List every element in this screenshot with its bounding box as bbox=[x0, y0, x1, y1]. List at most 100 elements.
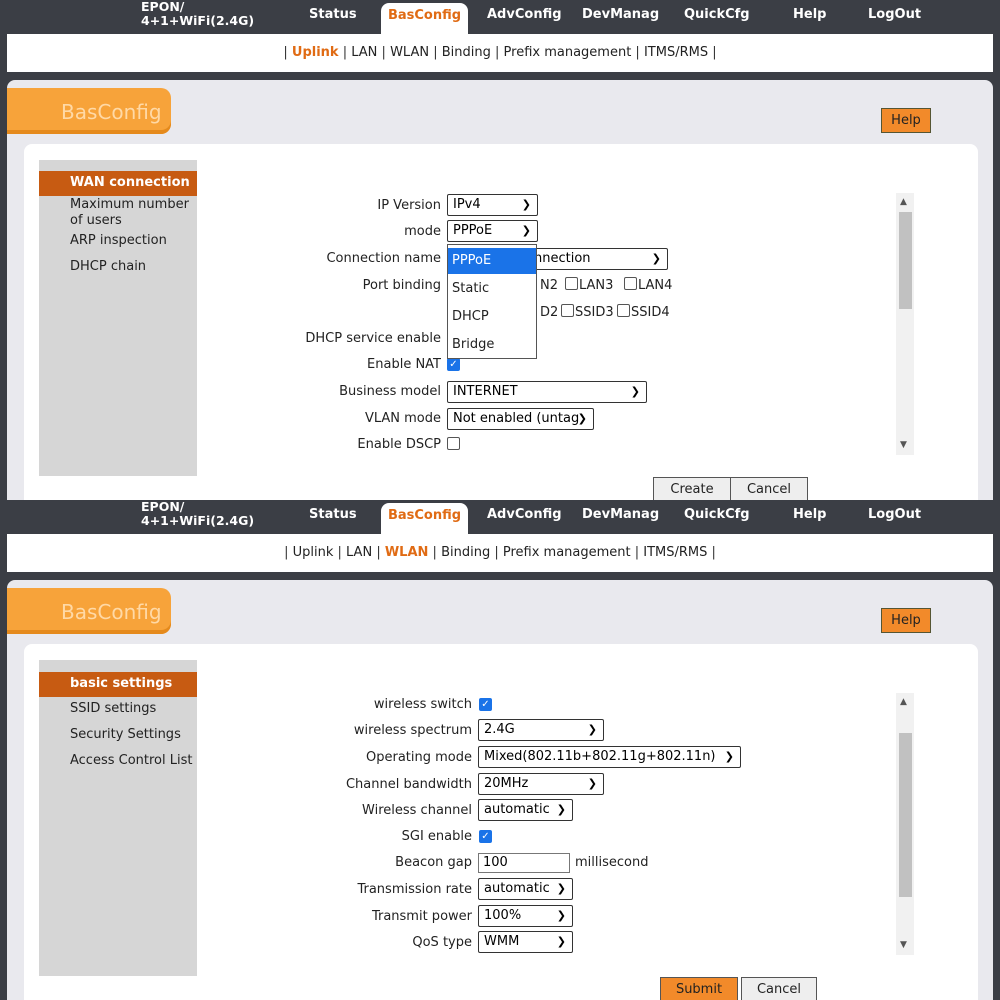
subnav-prefix-management[interactable]: Prefix management bbox=[504, 45, 632, 60]
subnav-wlan[interactable]: WLAN bbox=[390, 45, 429, 60]
ip-version-select[interactable]: IPv4 ❯ bbox=[447, 194, 538, 216]
scroll-up-icon[interactable]: ▲ bbox=[900, 697, 907, 707]
ip-version-value: IPv4 bbox=[453, 197, 481, 212]
transmit-power-select[interactable]: 100% ❯ bbox=[478, 905, 573, 927]
subnav-itms-rms[interactable]: ITMS/RMS bbox=[643, 545, 707, 560]
nav-advconfig[interactable]: AdvConfig bbox=[487, 0, 562, 34]
wireless-spectrum-label: wireless spectrum bbox=[353, 723, 472, 738]
qos-type-value: WMM bbox=[484, 934, 520, 949]
sub-navigation: | Uplink | LAN | WLAN | Binding | Prefix… bbox=[7, 534, 993, 572]
ssid4-label: SSID4 bbox=[631, 305, 670, 320]
lan4-label: LAN4 bbox=[638, 278, 673, 293]
subnav-lan[interactable]: LAN bbox=[351, 45, 377, 60]
nav-devmanag[interactable]: DevManag bbox=[582, 0, 659, 34]
enable-dscp-checkbox[interactable] bbox=[447, 437, 460, 450]
subnav-uplink[interactable]: Uplink bbox=[292, 45, 339, 60]
sidebar-item-ssid-settings[interactable]: SSID settings bbox=[70, 701, 156, 717]
sidebar-item-basic-settings[interactable]: basic settings bbox=[39, 672, 197, 697]
sidebar-item-wan-connection[interactable]: WAN connection bbox=[39, 171, 197, 196]
sidebar-item-dhcp-chain[interactable]: DHCP chain bbox=[70, 259, 146, 275]
mode-value: PPPoE bbox=[453, 223, 493, 238]
chevron-down-icon: ❯ bbox=[556, 882, 566, 895]
sidebar-item-label: WAN connection bbox=[70, 175, 190, 190]
subnav-binding[interactable]: Binding bbox=[442, 45, 491, 60]
mode-select[interactable]: PPPoE ❯ bbox=[447, 220, 538, 242]
help-button[interactable]: Help bbox=[881, 608, 931, 633]
nav-basconfig[interactable]: BasConfig bbox=[381, 3, 468, 34]
ssid3-checkbox[interactable] bbox=[561, 304, 574, 317]
nav-logout[interactable]: LogOut bbox=[868, 500, 921, 534]
scroll-up-icon[interactable]: ▲ bbox=[900, 197, 907, 207]
scrollbar-thumb[interactable] bbox=[899, 212, 912, 309]
mode-option-pppoe[interactable]: PPPoE bbox=[448, 248, 536, 274]
business-model-select[interactable]: INTERNET ❯ bbox=[447, 381, 647, 403]
operating-mode-label: Operating mode bbox=[366, 750, 472, 765]
subnav-lan[interactable]: LAN bbox=[346, 545, 372, 560]
wireless-spectrum-select[interactable]: 2.4G ❯ bbox=[478, 719, 604, 741]
nav-logout[interactable]: LogOut bbox=[868, 0, 921, 34]
create-button[interactable]: Create bbox=[653, 477, 731, 500]
wireless-channel-label: Wireless channel bbox=[362, 803, 472, 818]
nav-help[interactable]: Help bbox=[793, 0, 826, 34]
enable-nat-checkbox[interactable]: ✓ bbox=[447, 358, 460, 371]
ssid4-checkbox[interactable] bbox=[617, 304, 630, 317]
chevron-down-icon: ❯ bbox=[587, 777, 597, 790]
nav-help[interactable]: Help bbox=[793, 500, 826, 534]
mode-option-bridge[interactable]: Bridge bbox=[448, 332, 536, 358]
nav-quickcfg[interactable]: QuickCfg bbox=[684, 500, 750, 534]
nav-basconfig[interactable]: BasConfig bbox=[381, 503, 468, 534]
submit-button[interactable]: Submit bbox=[660, 977, 738, 1000]
channel-bandwidth-label: Channel bandwidth bbox=[345, 777, 472, 792]
subnav-prefix-management[interactable]: Prefix management bbox=[503, 545, 631, 560]
lan4-checkbox[interactable] bbox=[624, 277, 637, 290]
form-scrollbar[interactable]: ▲ ▼ bbox=[896, 193, 914, 455]
cancel-button[interactable]: Cancel bbox=[741, 977, 817, 1000]
subnav-uplink[interactable]: Uplink bbox=[293, 545, 334, 560]
scroll-down-icon[interactable]: ▼ bbox=[900, 940, 907, 950]
chevron-down-icon: ❯ bbox=[521, 224, 531, 237]
lan3-checkbox[interactable] bbox=[565, 277, 578, 290]
nav-status[interactable]: Status bbox=[309, 0, 357, 34]
sidebar-item-access-control-list[interactable]: Access Control List bbox=[70, 753, 192, 769]
scroll-down-icon[interactable]: ▼ bbox=[900, 440, 907, 450]
beacon-gap-label: Beacon gap bbox=[395, 855, 472, 870]
nav-devmanag[interactable]: DevManag bbox=[582, 500, 659, 534]
logo-line2: 4+1+WiFi(2.4G) bbox=[141, 513, 255, 528]
mode-option-dhcp[interactable]: DHCP bbox=[448, 304, 536, 330]
mode-option-static[interactable]: Static bbox=[448, 276, 536, 302]
help-button[interactable]: Help bbox=[881, 108, 931, 133]
channel-bandwidth-select[interactable]: 20MHz ❯ bbox=[478, 773, 604, 795]
top-navigation: EPON/ 4+1+WiFi(2.4G) Status BasConfig Ad… bbox=[0, 500, 1000, 534]
nav-advconfig[interactable]: AdvConfig bbox=[487, 500, 562, 534]
logo-line1: EPON/ bbox=[141, 0, 185, 14]
transmission-rate-select[interactable]: automatic ❯ bbox=[478, 878, 573, 900]
vlan-mode-value: Not enabled (untag bbox=[453, 411, 580, 426]
subnav-binding[interactable]: Binding bbox=[441, 545, 490, 560]
mode-label: mode bbox=[404, 224, 441, 239]
enable-nat-label: Enable NAT bbox=[367, 357, 441, 372]
vlan-mode-select[interactable]: Not enabled (untag ❯ bbox=[447, 408, 594, 430]
operating-mode-select[interactable]: Mixed(802.11b+802.11g+802.11n) ❯ bbox=[478, 746, 741, 768]
wireless-channel-select[interactable]: automatic ❯ bbox=[478, 799, 573, 821]
wireless-switch-checkbox[interactable]: ✓ bbox=[479, 698, 492, 711]
sgi-enable-checkbox[interactable]: ✓ bbox=[479, 830, 492, 843]
chevron-down-icon: ❯ bbox=[556, 935, 566, 948]
qos-type-select[interactable]: WMM ❯ bbox=[478, 931, 573, 953]
nav-status[interactable]: Status bbox=[309, 500, 357, 534]
section-badge-label: BasConfig bbox=[61, 600, 162, 624]
cancel-button[interactable]: Cancel bbox=[730, 477, 808, 500]
sidebar-item-arp-inspection[interactable]: ARP inspection bbox=[70, 233, 167, 249]
subnav-wlan[interactable]: WLAN bbox=[385, 545, 429, 560]
form-scrollbar[interactable]: ▲ ▼ bbox=[896, 693, 914, 955]
section-badge: BasConfig bbox=[7, 88, 171, 134]
device-logo: EPON/ 4+1+WiFi(2.4G) bbox=[141, 500, 254, 528]
device-logo: EPON/ 4+1+WiFi(2.4G) bbox=[141, 0, 254, 28]
logo-line2: 4+1+WiFi(2.4G) bbox=[141, 13, 255, 28]
subnav-itms-rms[interactable]: ITMS/RMS bbox=[644, 45, 708, 60]
beacon-gap-input[interactable]: 100 bbox=[478, 853, 570, 873]
nav-quickcfg[interactable]: QuickCfg bbox=[684, 0, 750, 34]
transmit-power-label: Transmit power bbox=[371, 909, 472, 924]
scrollbar-thumb[interactable] bbox=[899, 733, 912, 897]
sidebar-item-max-users[interactable]: Maximum number of users bbox=[70, 197, 190, 229]
sidebar-item-security-settings[interactable]: Security Settings bbox=[70, 727, 181, 743]
